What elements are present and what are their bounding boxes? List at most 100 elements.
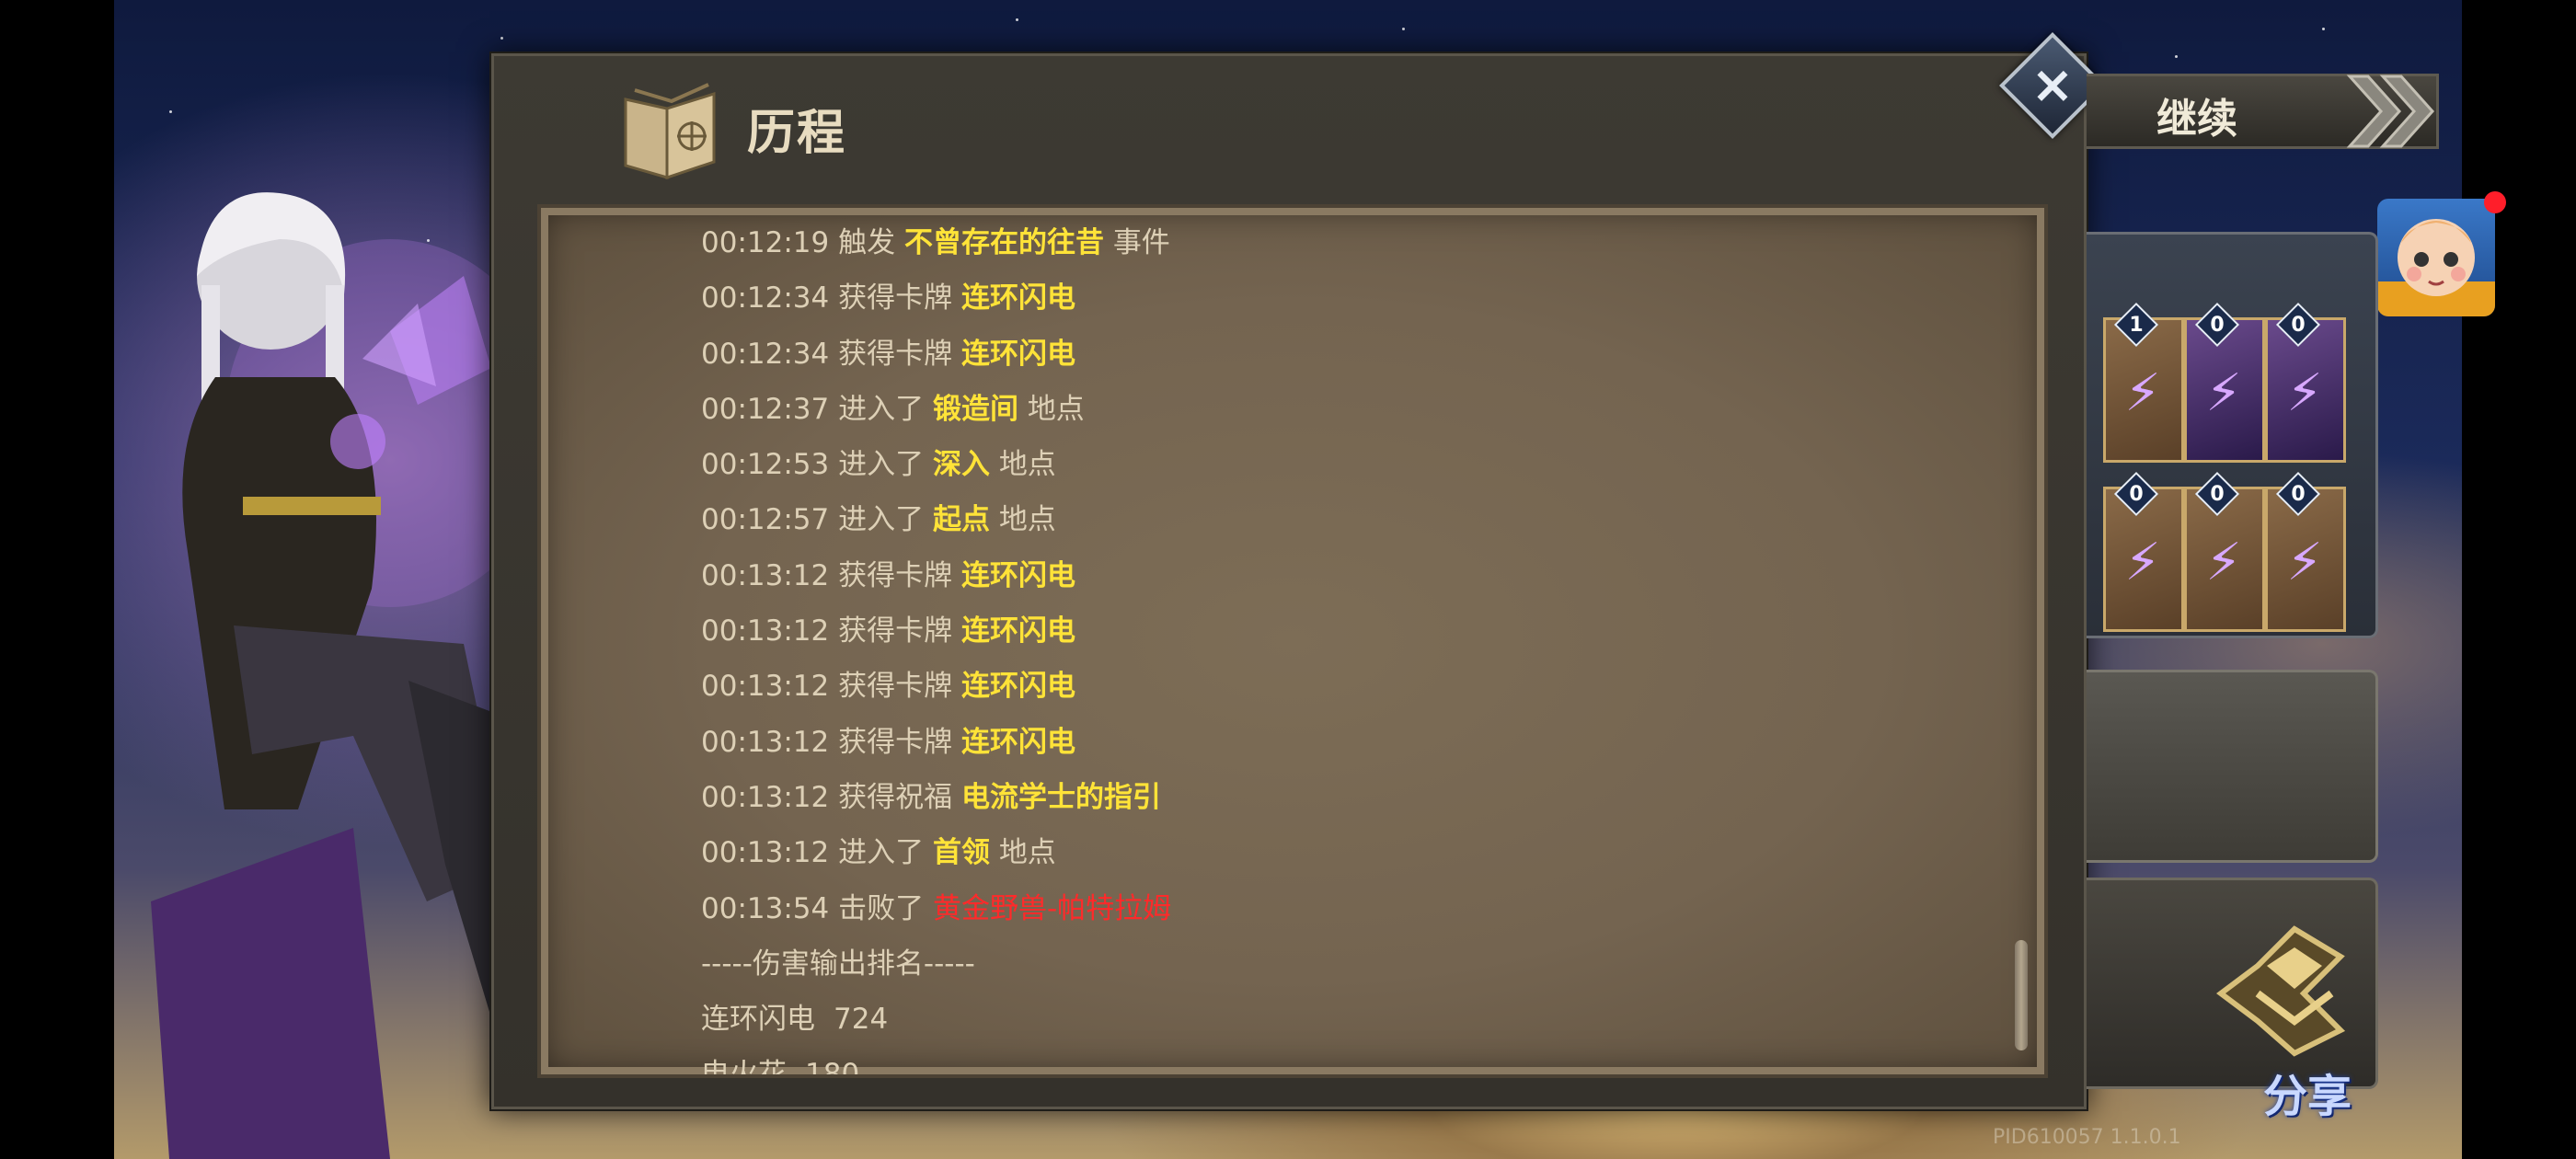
- lightning-icon: ⚡: [2286, 363, 2323, 423]
- log-entry: 00:13:12 获得卡牌 连环闪电: [701, 548, 1971, 603]
- log-highlight: 黄金野兽-帕特拉姆: [932, 891, 1172, 925]
- log-highlight: 深入: [932, 448, 990, 482]
- log-entry: 00:12:57 进入了 起点 地点: [701, 492, 1971, 547]
- deck-card[interactable]: 0 ⚡: [2184, 302, 2265, 463]
- log-highlight: 连环闪电: [960, 725, 1075, 759]
- damage-source-name: 电火花: [701, 1058, 787, 1078]
- log-highlight: 连环闪电: [960, 337, 1075, 371]
- log-highlight: 起点: [932, 503, 990, 537]
- log-action: 击败了: [838, 891, 925, 925]
- log-highlight: 电流学士的指引: [960, 780, 1161, 814]
- deck-card[interactable]: 0 ⚡: [2103, 471, 2184, 632]
- log-action: 进入了: [838, 448, 925, 482]
- log-time: 00:12:37: [701, 392, 830, 426]
- log-time: 00:12:53: [701, 448, 830, 482]
- log-entry: 00:13:12 获得卡牌 连环闪电: [701, 603, 1971, 659]
- version-label: PID610057 1.1.0.1: [1993, 1126, 2181, 1149]
- log-action: 获得卡牌: [838, 670, 953, 704]
- dialog-title: 历程: [747, 105, 847, 161]
- log-entry: 00:13:12 获得祝福 电流学士的指引: [701, 770, 1971, 825]
- log-entry: 00:12:34 获得卡牌 连环闪电: [701, 270, 1971, 326]
- log-entry: 00:13:12 进入了 首领 地点: [701, 825, 1971, 880]
- damage-ranking-row: 连环闪电 724: [701, 992, 1971, 1047]
- card-cost: 0: [2291, 313, 2306, 337]
- history-log-panel[interactable]: 00:12:19 触发 不曾存在的往昔 事件 00:12:34 获得卡牌 连环闪电…: [537, 204, 2048, 1078]
- log-time: 00:13:12: [701, 614, 830, 648]
- log-highlight: 锻造间: [932, 392, 1018, 426]
- damage-source-name: 连环闪电: [701, 1003, 815, 1037]
- log-time: 00:13:12: [701, 558, 830, 592]
- log-entry: 00:13:12 获得卡牌 连环闪电: [701, 715, 1971, 770]
- log-action: 获得卡牌: [838, 725, 953, 759]
- book-icon: [624, 83, 716, 180]
- damage-ranking-row: 电火花 180: [701, 1047, 1971, 1078]
- log-action: 获得卡牌: [838, 337, 953, 371]
- scrollbar-thumb[interactable]: [2015, 940, 2028, 1050]
- card-cost: 0: [2291, 482, 2306, 506]
- log-time: 00:13:12: [701, 780, 830, 814]
- deck-card[interactable]: 1 ⚡: [2103, 302, 2184, 463]
- share-button[interactable]: 分享: [2263, 1060, 2352, 1124]
- log-action: 获得祝福: [838, 780, 953, 814]
- log-highlight: 不曾存在的往昔: [903, 226, 1104, 259]
- log-entry: 00:13:12 获得卡牌 连环闪电: [701, 659, 1971, 714]
- log-action: 获得卡牌: [838, 281, 953, 316]
- notification-dot: [2484, 191, 2506, 213]
- log-entry: 00:12:37 进入了 锻造间 地点: [701, 382, 1971, 437]
- card-cost: 0: [2210, 313, 2225, 337]
- log-highlight: 首领: [932, 836, 990, 870]
- history-dialog: 历程 00:12:19 触发 不曾存在的往昔 事件 00:12:34 获得卡牌 连…: [489, 52, 2088, 1111]
- continue-label: 继续: [2156, 96, 2237, 143]
- log-time: 00:13:12: [701, 836, 830, 870]
- damage-value: 724: [834, 1003, 889, 1037]
- damage-ranking-header: -----伤害输出排名-----: [701, 947, 975, 981]
- lightning-icon: ⚡: [2124, 363, 2161, 423]
- log-highlight: 连环闪电: [960, 558, 1075, 592]
- log-entry: 00:12:34 获得卡牌 连环闪电: [701, 327, 1971, 382]
- card-cost: 0: [2129, 482, 2144, 506]
- log-entry: 00:12:19 触发 不曾存在的往昔 事件: [701, 215, 1971, 270]
- deck-card[interactable]: 0 ⚡: [2184, 471, 2265, 632]
- log-action: 进入了: [838, 836, 925, 870]
- log-suffix: 地点: [998, 448, 1056, 482]
- log-suffix: 地点: [998, 836, 1056, 870]
- lightning-icon: ⚡: [2205, 363, 2242, 423]
- chevron-right-icon: [2346, 75, 2435, 148]
- log-time: 00:13:12: [701, 725, 830, 759]
- log-suffix: 地点: [1027, 392, 1085, 426]
- log-time: 00:12:57: [701, 503, 830, 537]
- avatar-face-icon: [2377, 219, 2495, 316]
- history-log-list: 00:12:19 触发 不曾存在的往昔 事件 00:12:34 获得卡牌 连环闪电…: [701, 215, 1971, 1078]
- deck-card[interactable]: 0 ⚡: [2265, 471, 2346, 632]
- close-icon[interactable]: ×: [2015, 48, 2090, 123]
- lightning-icon: ⚡: [2205, 533, 2242, 592]
- log-entry: 00:13:54 击败了 黄金野兽-帕特拉姆: [701, 881, 1971, 936]
- lightning-icon: ⚡: [2286, 533, 2323, 592]
- log-action: 进入了: [838, 392, 925, 426]
- log-time: 00:12:19: [701, 226, 830, 259]
- player-avatar[interactable]: [2377, 199, 2495, 316]
- damage-value: 180: [805, 1058, 860, 1078]
- deck-card[interactable]: 0 ⚡: [2265, 302, 2346, 463]
- log-time: 00:12:34: [701, 281, 830, 316]
- continue-button[interactable]: 继续: [2087, 74, 2439, 149]
- log-time: 00:12:34: [701, 337, 830, 371]
- lightning-icon: ⚡: [2124, 533, 2161, 592]
- log-action: 进入了: [838, 503, 925, 537]
- log-highlight: 连环闪电: [960, 614, 1075, 648]
- log-action: 触发: [838, 226, 896, 259]
- log-highlight: 连环闪电: [960, 670, 1075, 704]
- log-time: 00:13:12: [701, 670, 830, 704]
- log-time: 00:13:54: [701, 891, 830, 925]
- log-highlight: 连环闪电: [960, 281, 1075, 316]
- log-entry: 00:12:53 进入了 深入 地点: [701, 437, 1971, 492]
- deck-panel: 1 ⚡ 0 ⚡ 0 ⚡ 0 ⚡ 0 ⚡ 0 ⚡: [2087, 232, 2378, 638]
- log-action: 获得卡牌: [838, 614, 953, 648]
- card-cost: 0: [2210, 482, 2225, 506]
- share-icon[interactable]: [2202, 920, 2386, 1058]
- card-cost: 1: [2129, 313, 2144, 337]
- relic-panel: [2087, 670, 2378, 863]
- log-action: 获得卡牌: [838, 558, 953, 592]
- log-suffix: 事件: [1112, 226, 1170, 259]
- log-suffix: 地点: [998, 503, 1056, 537]
